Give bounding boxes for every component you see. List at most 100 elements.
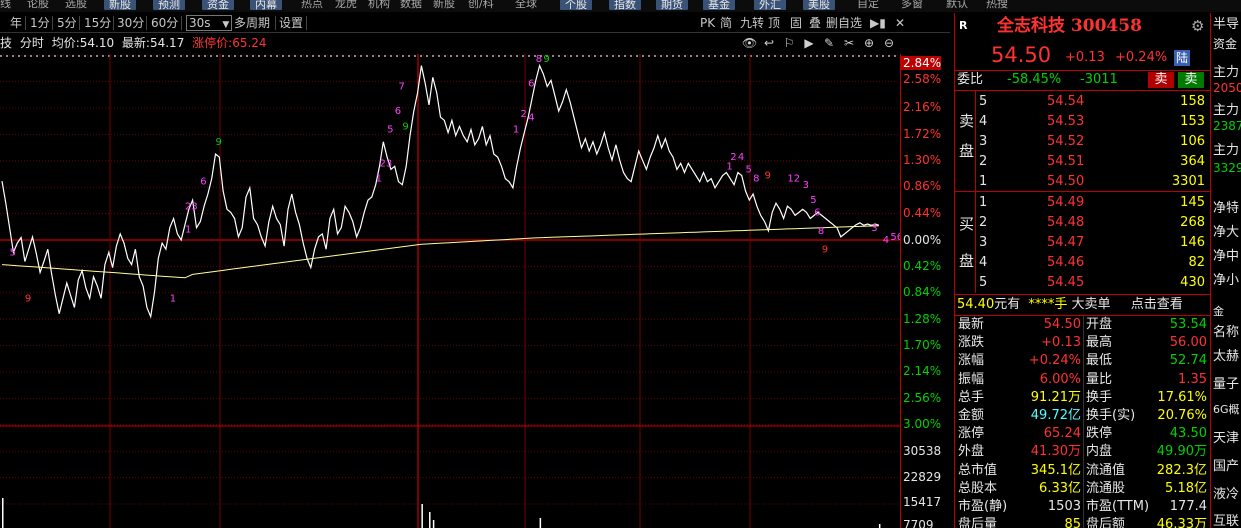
stock-name: 全志科技 xyxy=(997,16,1065,36)
remove-watchlist-button[interactable]: 删自选 xyxy=(826,15,862,31)
nav-item[interactable]: 创/科 xyxy=(468,0,494,10)
y-label: 2.58% xyxy=(903,72,942,86)
scissors-icon[interactable]: ✂ xyxy=(842,36,856,50)
nav-item[interactable]: 龙虎 xyxy=(335,0,357,10)
period-30s-select[interactable]: 30s ▼ xyxy=(186,15,233,31)
nav-item[interactable]: 默认 xyxy=(946,0,968,10)
period-1min[interactable]: 1分 xyxy=(30,15,50,31)
avg-label: 均价: xyxy=(51,36,80,50)
nav-item[interactable]: 数据 xyxy=(400,0,422,10)
nav-item-active[interactable]: 外汇 xyxy=(754,0,786,10)
gear-icon[interactable]: ⚙ xyxy=(1191,17,1204,35)
nav-item[interactable]: 多窗 xyxy=(901,0,923,10)
stat-value: 54.50 xyxy=(1043,317,1081,332)
side-item[interactable]: 国产 xyxy=(1213,455,1239,474)
nav-item-active[interactable]: 指数 xyxy=(609,0,641,10)
side-item[interactable]: 互联 xyxy=(1213,510,1239,528)
pk-button[interactable]: PK xyxy=(700,15,715,31)
ask-volume: 364 xyxy=(1180,154,1205,169)
nine-turn-button[interactable]: 九转 xyxy=(740,15,764,31)
stat-value: 53.54 xyxy=(1169,317,1207,332)
vol-label: 7709 xyxy=(903,518,934,528)
stat-label: 开盘 xyxy=(1086,317,1113,332)
big-order-line[interactable]: 54.40元有 ****手 大卖单 点击查看 xyxy=(957,296,1183,314)
plus-icon[interactable]: ⊕ xyxy=(862,36,876,50)
side-item[interactable]: 6G概 xyxy=(1213,401,1240,417)
draw-icon[interactable]: ✎ xyxy=(822,36,836,50)
minus-icon[interactable]: ⊖ xyxy=(882,36,896,50)
nine-turn-mark: 6 xyxy=(200,177,206,188)
nav-item-active[interactable]: 美股 xyxy=(803,0,835,10)
side-item[interactable]: 半导 xyxy=(1213,13,1239,32)
nine-turn-mark: 9 xyxy=(402,121,408,132)
side-item[interactable]: 太赫 xyxy=(1213,345,1239,364)
nav-item[interactable]: 机构 xyxy=(368,0,390,10)
ask-price: 54.52 xyxy=(1047,134,1085,149)
nav-item[interactable]: 新股 xyxy=(433,0,455,10)
stat-label: 换手(实) xyxy=(1086,408,1136,423)
period-15min[interactable]: 15分 xyxy=(84,15,111,31)
stock-prefix: 技 xyxy=(0,36,13,50)
side-item[interactable]: 量子 xyxy=(1213,373,1239,392)
period-year[interactable]: 年 xyxy=(10,15,22,31)
settings-button[interactable]: 设置 xyxy=(279,15,303,31)
multi-period-button[interactable]: 多周期 xyxy=(234,15,270,31)
stat-label: 涨跌 xyxy=(958,335,985,351)
sell-button[interactable]: 卖 xyxy=(1148,72,1174,88)
side-item[interactable]: 资金 xyxy=(1213,35,1237,52)
nav-item-active[interactable]: 预测 xyxy=(153,0,185,10)
nav-item[interactable]: 热点 xyxy=(301,0,323,10)
close-icon[interactable]: ✕ xyxy=(895,15,905,31)
ask-level: 3 xyxy=(979,134,988,149)
y-label: 2.56% xyxy=(903,391,942,405)
nine-turn-mark: 9 xyxy=(216,137,222,148)
nine-turn-mark: 5 xyxy=(10,247,16,258)
nav-item[interactable]: 选股 xyxy=(65,0,87,10)
side-item: 主力 xyxy=(1213,143,1240,158)
nav-item-active[interactable]: 个股 xyxy=(560,0,592,10)
nav-item-active[interactable]: 资金 xyxy=(202,0,234,10)
stat-value: 56.00 xyxy=(1169,335,1207,351)
price-change-pct: +0.24% xyxy=(1115,50,1168,65)
intraday-chart[interactable]: 591236911235679124689124589123568934567 xyxy=(0,54,900,528)
fix-button[interactable]: 固 xyxy=(790,15,802,31)
top-button[interactable]: 顶 xyxy=(768,15,780,31)
intraday-chart-svg[interactable]: 591236911235679124689124589123568934567 xyxy=(0,54,900,528)
nav-item[interactable]: 热搜 xyxy=(986,0,1008,10)
period-30min[interactable]: 30分 xyxy=(117,15,144,31)
side-item[interactable]: 液冷 xyxy=(1213,483,1239,502)
current-pct-badge: 2.84% xyxy=(901,56,942,70)
period-5min[interactable]: 5分 xyxy=(57,15,77,31)
period-60min[interactable]: 60分 xyxy=(151,15,178,31)
stat-label: 总手 xyxy=(958,389,985,405)
nav-item-active[interactable]: 期货 xyxy=(656,0,688,10)
stat-label: 换手 xyxy=(1086,389,1113,405)
side-item[interactable]: 天津 xyxy=(1213,427,1239,446)
big-order-link[interactable]: 点击查看 xyxy=(1131,297,1183,312)
nine-turn-mark: 1 xyxy=(170,293,176,304)
nav-item[interactable]: 自定 xyxy=(857,0,879,10)
stat-label: 量比 xyxy=(1086,371,1113,387)
nav-item[interactable]: 全球 xyxy=(515,0,537,10)
buy-button[interactable]: 卖 xyxy=(1178,72,1204,88)
period-toolbar: 年 1分 5分 15分 30分 60分 30s ▼ 多周期 设置 PK 简 九转… xyxy=(0,13,950,33)
nav-item-active[interactable]: 新股 xyxy=(104,0,136,10)
flag-icon[interactable]: ⚐ xyxy=(782,36,796,50)
stat-label: 最新 xyxy=(958,317,985,332)
nav-item-active[interactable]: 内幕 xyxy=(250,0,282,10)
weibi-value: -58.45% xyxy=(1007,72,1062,87)
nav-item[interactable]: 论股 xyxy=(27,0,49,10)
side-item: 2387 xyxy=(1213,119,1241,133)
eye-icon[interactable]: 👁 xyxy=(742,36,757,50)
nav-item-active[interactable]: 基金 xyxy=(703,0,735,10)
expand-arrow-icon[interactable]: ▶▮ xyxy=(870,15,886,31)
overlay-button[interactable]: 叠 xyxy=(809,15,821,31)
ask-level: 1 xyxy=(979,174,988,189)
stat-value: +0.24% xyxy=(1028,353,1081,369)
nav-item[interactable]: 线 xyxy=(0,0,11,10)
simple-button[interactable]: 简 xyxy=(720,15,732,31)
back-icon[interactable]: ↩ xyxy=(762,36,776,50)
y-label: 1.72% xyxy=(903,127,942,141)
play-icon[interactable]: ▶ xyxy=(802,36,816,50)
nine-turn-mark: 8 xyxy=(536,54,542,65)
